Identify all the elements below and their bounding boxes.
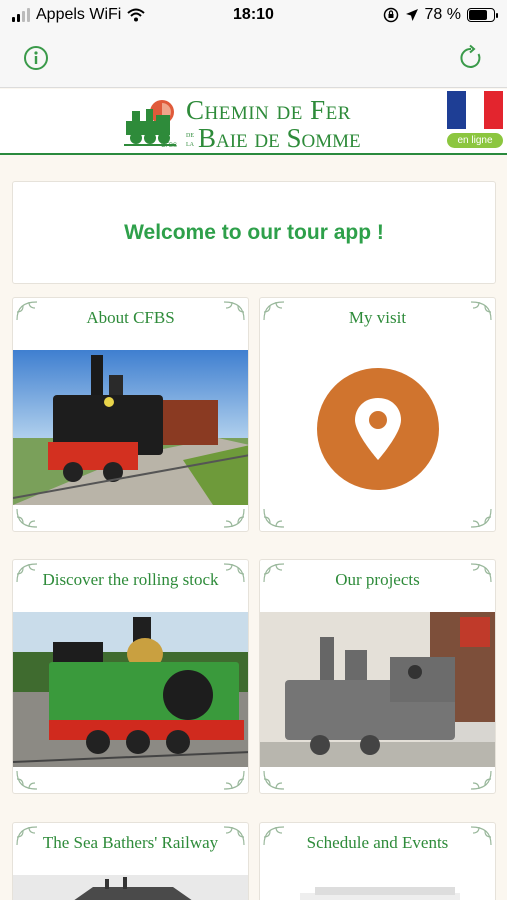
tile-about-cfbs[interactable]: About CFBS (12, 297, 249, 532)
tile-schedule-events[interactable]: Schedule and Events (259, 822, 496, 900)
info-icon[interactable] (22, 44, 50, 72)
ornament-icon (470, 508, 492, 528)
flag-stripe-blue (447, 91, 466, 129)
ornament-icon (223, 826, 245, 846)
status-bar: Appels WiFi 18:10 78 % (0, 0, 507, 32)
ornament-icon (16, 770, 38, 790)
tile-rolling-stock[interactable]: Discover the rolling stock (12, 559, 249, 794)
ornament-icon (223, 508, 245, 528)
ornament-icon (16, 826, 38, 846)
sea-bathers-photo (13, 875, 248, 900)
brand-de-la: de la (186, 129, 194, 148)
tile-title: My visit (348, 308, 407, 327)
ornament-icon (263, 563, 285, 583)
brand-line1: Chemin de Fer (186, 95, 351, 125)
battery-percent: 78 % (424, 6, 461, 23)
ornament-icon (263, 770, 285, 790)
ornament-icon (223, 770, 245, 790)
cfbs-logo: CFBS (124, 100, 177, 149)
tile-sea-bathers-railway[interactable]: The Sea Bathers' Railway (12, 822, 249, 900)
ornament-icon (470, 563, 492, 583)
tile-our-projects[interactable]: Our projects (259, 559, 496, 794)
ornament-icon (223, 301, 245, 321)
about-cfbs-photo (13, 350, 248, 505)
ornament-icon (16, 508, 38, 528)
map-pin-icon (355, 398, 401, 460)
flag-stripe-red (484, 91, 504, 129)
brand-la: la (186, 137, 194, 148)
tile-title: Discover the rolling stock (42, 570, 219, 589)
logo-badge-text: CFBS (161, 143, 177, 149)
ornament-icon (470, 826, 492, 846)
battery-fill (469, 10, 487, 20)
tile-title: Our projects (335, 570, 420, 589)
brand-line2-row: de la Baie de Somme (186, 125, 361, 152)
french-flag-icon[interactable] (447, 91, 504, 129)
rolling-stock-photo (13, 612, 248, 767)
status-right: 78 % (383, 6, 498, 24)
ornament-icon (470, 770, 492, 790)
ornament-icon (16, 301, 38, 321)
welcome-text: Welcome to our tour app ! (124, 220, 384, 244)
toolbar (0, 32, 507, 88)
projects-photo (260, 612, 495, 767)
tile-title: About CFBS (86, 308, 175, 327)
ornament-icon (263, 301, 285, 321)
battery-icon (467, 8, 498, 22)
map-pin-circle (317, 368, 439, 490)
location-arrow-icon (405, 9, 418, 21)
tile-my-visit[interactable]: My visit (259, 297, 496, 532)
tile-title: The Sea Bathers' Railway (42, 833, 219, 852)
brand-header: CFBS Chemin de Fer de la Baie de Somme e… (0, 89, 507, 155)
welcome-card: Welcome to our tour app ! (12, 181, 496, 284)
orientation-lock-icon (383, 7, 398, 23)
schedule-photo (260, 875, 495, 900)
refresh-icon[interactable] (457, 44, 485, 72)
ornament-icon (16, 563, 38, 583)
flag-stripe-white (465, 91, 485, 129)
ornament-icon (470, 301, 492, 321)
ornament-icon (223, 563, 245, 583)
online-badge: en ligne (447, 133, 503, 148)
ornament-icon (263, 508, 285, 528)
brand-line2: Baie de Somme (198, 123, 361, 153)
ornament-icon (263, 826, 285, 846)
brand-title: Chemin de Fer de la Baie de Somme (186, 97, 361, 152)
tile-title: Schedule and Events (306, 833, 449, 852)
